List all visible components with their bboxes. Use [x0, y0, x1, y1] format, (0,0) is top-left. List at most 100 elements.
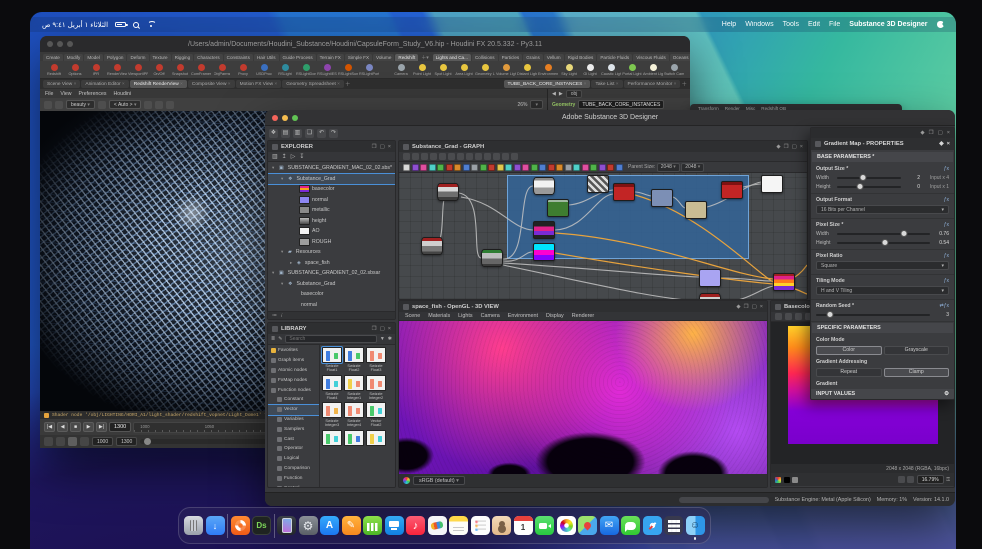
output-format-select[interactable]: 16 Bits per Channel▾	[816, 205, 949, 214]
shelf-tab[interactable]: Texture	[150, 54, 171, 61]
apple-logo-icon[interactable]	[937, 21, 945, 29]
dock-item[interactable]	[274, 514, 275, 538]
shelf-tab[interactable]: Create	[43, 54, 63, 61]
shelf-tool-button[interactable]: On/Off	[149, 64, 169, 76]
close-icon[interactable]: ×	[388, 326, 391, 332]
view3d-menu-item[interactable]: Display	[546, 313, 564, 319]
shelf-tool-button[interactable]: ComFrames	[191, 64, 211, 76]
node-create-icon[interactable]	[454, 164, 461, 171]
black-swatch[interactable]	[784, 477, 790, 483]
gear-icon[interactable]: ⚙	[944, 391, 949, 397]
pane-tab[interactable]: Scene View	[43, 80, 80, 88]
substance-3d-designer[interactable]: Ds	[252, 516, 271, 535]
maximize-icon[interactable]: ▢	[938, 130, 943, 136]
library-category[interactable]: Function	[268, 473, 319, 483]
shelf-tab[interactable]: Model	[84, 54, 103, 61]
loop-icon[interactable]	[80, 437, 89, 446]
levels-node[interactable]	[533, 177, 555, 195]
library-node-item[interactable]	[344, 430, 364, 447]
pane-tab[interactable]: Redshift RenderView	[130, 80, 187, 88]
transport-button[interactable]: |◀	[44, 422, 55, 432]
library-node-item[interactable]: Swizzle Integer3	[322, 402, 342, 428]
view3d-menu-item[interactable]: Camera	[481, 313, 500, 319]
shelf-tool-button[interactable]: RSLightIES	[317, 64, 337, 76]
node-create-icon[interactable]	[590, 164, 597, 171]
grid-icon[interactable]	[155, 101, 163, 109]
shelf-tab[interactable]: Constraints	[224, 54, 253, 61]
shelf-tab[interactable]: Volume	[373, 54, 394, 61]
maximize-icon[interactable]: ▢	[380, 326, 385, 332]
parent-size-select[interactable]: 2048	[657, 163, 680, 172]
pane-tab[interactable]: Performance Monitor	[624, 80, 681, 88]
function-icon[interactable]: ƒx	[944, 166, 949, 172]
lock-icon[interactable]	[144, 101, 152, 109]
library-category[interactable]: Constant	[268, 395, 319, 405]
explorer-tree-item[interactable]: ▾ ▣ SUBSTANCE_GRADIENT_02_02.sbsar	[268, 268, 395, 279]
library-category[interactable]: Graph items	[268, 356, 319, 366]
white-node[interactable]	[761, 175, 783, 193]
shelf-tool-button[interactable]: ObjParms	[212, 64, 232, 76]
library-node-item[interactable]: Swizzle Integer4	[344, 402, 364, 428]
select-icon[interactable]	[403, 153, 410, 160]
library-category[interactable]: FxMap nodes	[268, 375, 319, 385]
pin-icon[interactable]: ◆	[776, 144, 780, 150]
shelf-tab[interactable]: Terrain FX	[317, 54, 344, 61]
node-create-icon[interactable]	[463, 164, 470, 171]
redo-icon[interactable]: ↷	[329, 129, 338, 138]
window-controls[interactable]	[272, 115, 298, 121]
shelf-tool-button[interactable]: Switch Camera	[664, 64, 684, 76]
shelf-tool-button[interactable]: Camera	[391, 64, 411, 76]
shelf-tool-button[interactable]: Environment Light	[538, 64, 558, 76]
add-shelf-tab-button[interactable]: ＋▾	[419, 54, 431, 61]
float-icon[interactable]: ❐	[929, 130, 934, 136]
houdini-menu-item[interactable]: View	[60, 91, 71, 97]
render-icon[interactable]	[44, 101, 52, 109]
menu-item[interactable]: Windows	[745, 21, 773, 28]
shelf-tool-button[interactable]: Geometry Light	[475, 64, 495, 76]
lock-icon[interactable]: ⚿	[946, 477, 950, 483]
camera-select[interactable]: < Auto >	[109, 100, 142, 109]
node-create-icon[interactable]	[471, 164, 478, 171]
library-node-item[interactable]	[366, 430, 386, 447]
pixel-size-width-row[interactable]: Width 0.76	[816, 229, 949, 238]
houdini-menu-item[interactable]: File	[45, 91, 53, 97]
music[interactable]: ♪	[406, 516, 425, 535]
shelf-tool-button[interactable]: Portal Light	[622, 64, 642, 76]
shelf-tab[interactable]: Modify	[64, 54, 84, 61]
pane-tab[interactable]: Motion FX View	[236, 80, 282, 88]
layout-icon[interactable]	[484, 153, 491, 160]
fit-icon[interactable]	[775, 313, 782, 320]
library-category[interactable]: Control	[268, 483, 319, 487]
pane-tab[interactable]: Composite View	[188, 80, 235, 88]
explorer-tree-item[interactable]: ▾ ❖ Substance_Grad	[268, 174, 395, 185]
shelf-tab[interactable]: Guide Process	[280, 54, 316, 61]
library-search-input[interactable]	[285, 335, 376, 343]
settings-icon[interactable]: ✱	[388, 336, 392, 342]
view3d-menu-item[interactable]: Renderer	[572, 313, 594, 319]
function-icon[interactable]: ƒx	[944, 222, 949, 228]
image-size-select[interactable]	[530, 100, 543, 109]
library-node-item[interactable]: Swizzle Float4	[322, 375, 342, 401]
float-icon[interactable]: ❐	[372, 144, 377, 150]
caret-icon[interactable]: ▾	[281, 249, 286, 255]
red2-node[interactable]	[721, 181, 743, 199]
pane-tab[interactable]: Take List	[591, 80, 622, 88]
pixel-ratio-select[interactable]: Square▾	[816, 261, 949, 270]
photos[interactable]	[557, 516, 576, 535]
shelf-tool-button[interactable]: Proxy	[233, 64, 253, 76]
pixel-size-height-row[interactable]: Height 0.54	[816, 238, 949, 247]
shelf-tab[interactable]: Rigid Bodies	[565, 54, 597, 61]
geometry-node-name[interactable]: TUBE_BACK_CORE_INSTANCES	[578, 100, 664, 109]
shelf-tool-button[interactable]: Spot Light	[433, 64, 453, 76]
facetime[interactable]	[535, 516, 554, 535]
view3d-menu-item[interactable]: Materials	[428, 313, 450, 319]
transport-button[interactable]: ▶|	[96, 422, 107, 432]
node-create-icon[interactable]	[573, 164, 580, 171]
gradient-strip-node[interactable]	[533, 221, 555, 239]
caret-icon[interactable]: ▸	[290, 260, 295, 266]
current-frame-field[interactable]: 1300	[109, 422, 131, 432]
float-icon[interactable]: ❐	[372, 326, 377, 332]
path-chip[interactable]: obj	[566, 90, 583, 98]
tan-node[interactable]	[685, 201, 707, 219]
gradient-cyan-node[interactable]	[533, 243, 555, 261]
